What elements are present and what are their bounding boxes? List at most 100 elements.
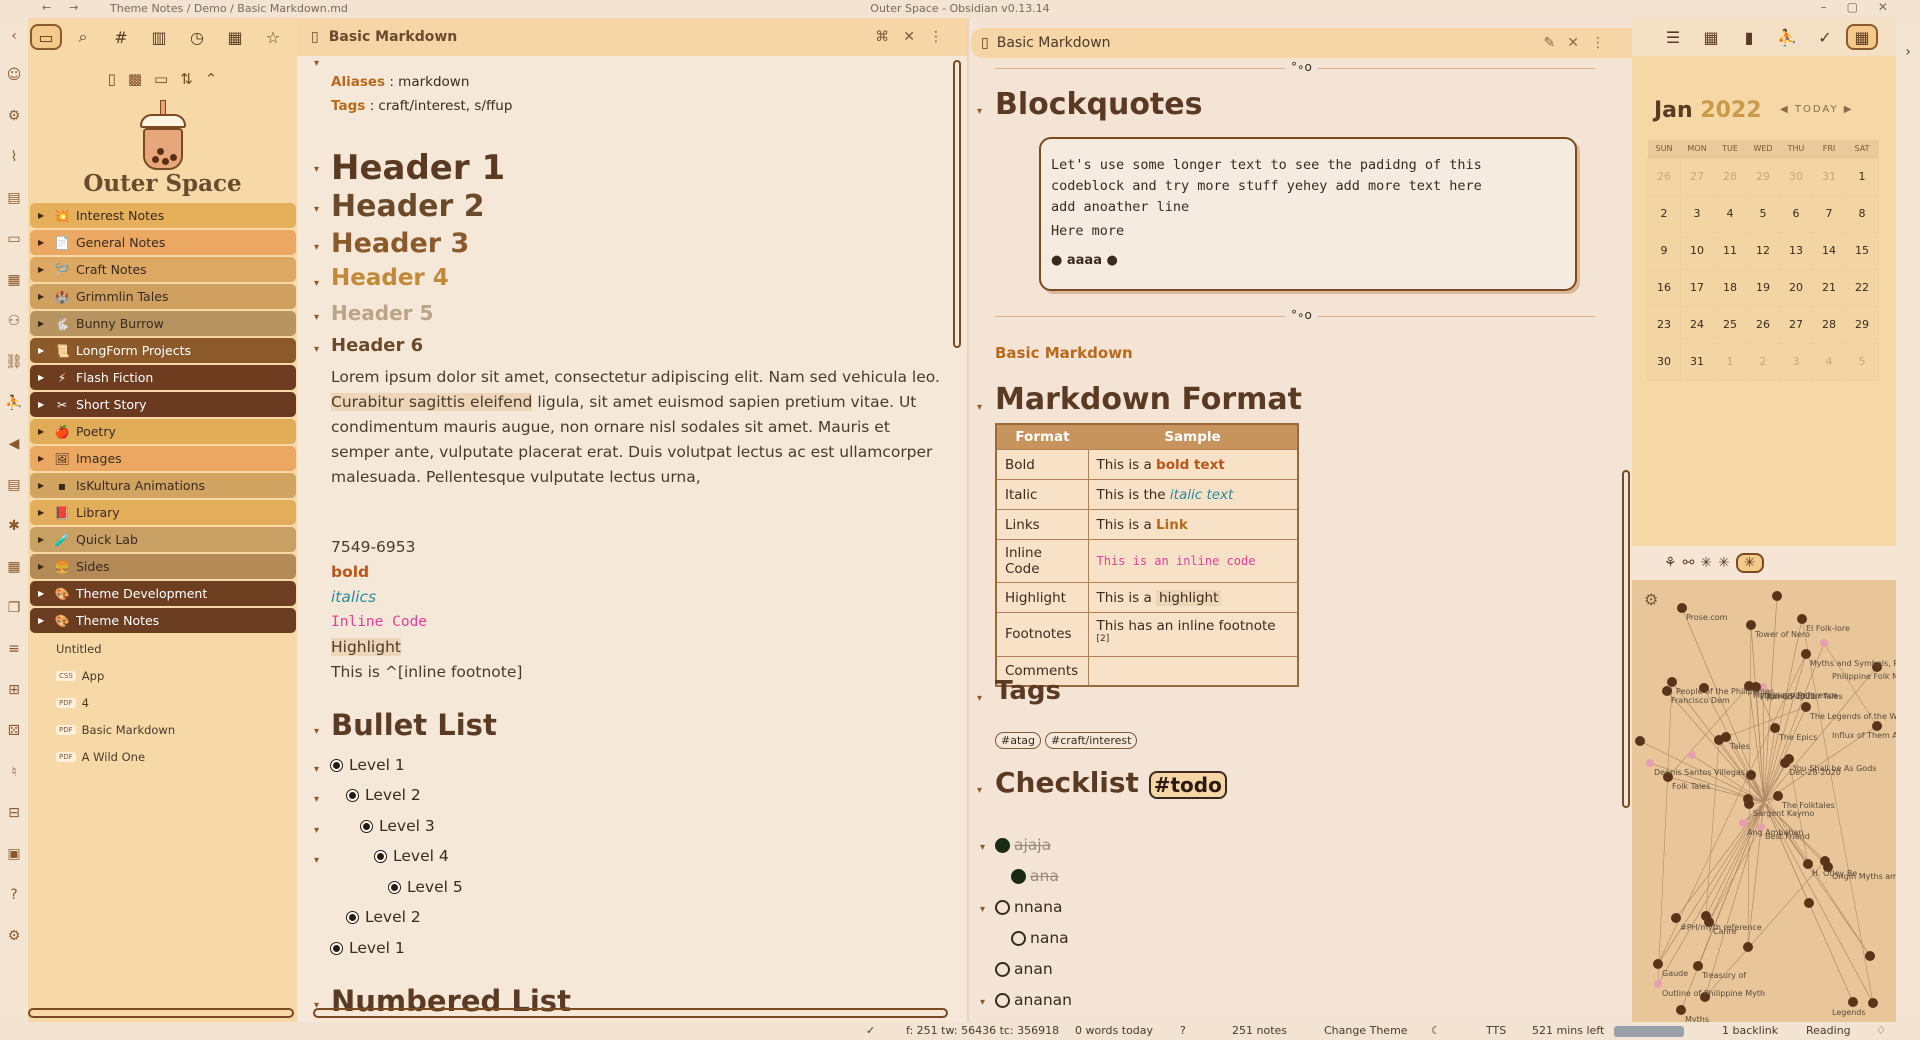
- calendar-icon[interactable]: ▦: [218, 23, 252, 51]
- calendar-active-icon[interactable]: ▦: [1846, 24, 1878, 50]
- fold-h3[interactable]: ▾: [314, 242, 319, 253]
- folder-item[interactable]: ▶ 🏰 Grimmlin Tales: [30, 284, 296, 309]
- calendar-day[interactable]: 29: [1845, 305, 1879, 344]
- graph-node[interactable]: [1739, 819, 1747, 827]
- stack-icon[interactable]: ≡: [0, 628, 28, 669]
- graph-node[interactable]: [1820, 856, 1830, 866]
- editor-scrollbar[interactable]: [953, 60, 961, 348]
- search-icon[interactable]: ⌕: [66, 23, 100, 51]
- calendar-day[interactable]: 20: [1779, 268, 1813, 307]
- people-icon[interactable]: ⚇: [0, 300, 28, 341]
- folder-item[interactable]: ▶ 📜 LongForm Projects: [30, 338, 296, 363]
- folder-item[interactable]: ▶ ⚡ Flash Fiction: [30, 365, 296, 390]
- graph-local-icon[interactable]: ⚘: [1664, 555, 1677, 571]
- new-template-icon[interactable]: ▩: [128, 70, 142, 100]
- table-icon[interactable]: ⊟: [0, 792, 28, 833]
- graph-node[interactable]: [1701, 911, 1711, 921]
- folder-item[interactable]: ▶ 💥 Interest Notes: [30, 203, 296, 228]
- graph-node[interactable]: [1803, 859, 1813, 869]
- collapse-icon[interactable]: ‹: [0, 18, 28, 54]
- folder-item[interactable]: ▶ ✂ Short Story: [30, 392, 296, 417]
- calendar-day[interactable]: 14: [1812, 231, 1846, 270]
- book-icon[interactable]: ▥: [142, 23, 176, 51]
- graph-node[interactable]: [1653, 959, 1663, 969]
- calendar-day[interactable]: 11: [1713, 231, 1747, 270]
- fold-bullet-2[interactable]: ▾: [314, 794, 319, 805]
- graph-node[interactable]: [1804, 898, 1814, 908]
- graph-node[interactable]: [1677, 603, 1687, 613]
- calendar-icon[interactable]: ▦: [1694, 23, 1728, 51]
- graph-node[interactable]: [1784, 754, 1794, 764]
- calendar-day[interactable]: 22: [1845, 268, 1879, 307]
- calendar-day[interactable]: 4: [1713, 194, 1747, 233]
- folder-item[interactable]: ▶ ▪ IsKultura Animations: [30, 473, 296, 498]
- checklist-item[interactable]: nnana: [995, 898, 1062, 916]
- file-item[interactable]: PDF Basic Markdown: [28, 716, 297, 743]
- horizontal-scrollbar[interactable]: [28, 1008, 294, 1018]
- graph-node[interactable]: [1820, 639, 1828, 647]
- folder-item[interactable]: ▶ 📄 General Notes: [30, 230, 296, 255]
- graph-node[interactable]: [1688, 751, 1696, 759]
- runner-icon[interactable]: ⛹: [1770, 23, 1804, 51]
- checklist-item[interactable]: nana: [1011, 929, 1069, 947]
- calendar-day[interactable]: 26: [1746, 305, 1780, 344]
- graph-node[interactable]: [1693, 961, 1703, 971]
- fold-bullet[interactable]: ▾: [314, 726, 319, 737]
- puzzle-icon[interactable]: ⊞: [0, 669, 28, 710]
- bar-chart-icon[interactable]: ▮: [1732, 23, 1766, 51]
- calendar-day[interactable]: 26: [1647, 157, 1681, 196]
- folder-item[interactable]: ▶ 🍎 Poetry: [30, 419, 296, 444]
- calendar-day[interactable]: 31: [1812, 157, 1846, 196]
- fold-icon[interactable]: ▾: [977, 106, 982, 117]
- folder-item[interactable]: ▶ 🎨 Theme Development: [30, 581, 296, 606]
- run-icon[interactable]: ⛹: [0, 382, 28, 423]
- calendar-nav[interactable]: ◀ TODAY ▶: [1780, 104, 1853, 115]
- graph-net-icon[interactable]: ✳: [1718, 555, 1730, 571]
- calendar-day[interactable]: 9: [1647, 231, 1681, 270]
- calendar-day[interactable]: 1: [1845, 157, 1879, 196]
- checkbox[interactable]: [1011, 930, 1026, 946]
- calendar-day[interactable]: 30: [1647, 342, 1681, 381]
- calendar-day[interactable]: 12: [1746, 231, 1780, 270]
- calendar-day[interactable]: 28: [1713, 157, 1747, 196]
- graph-node[interactable]: [1667, 677, 1677, 687]
- calendar-day[interactable]: 29: [1746, 157, 1780, 196]
- fold-icon[interactable]: ▾: [977, 693, 982, 704]
- tag-pill[interactable]: #atag: [995, 732, 1041, 749]
- expand-right-icon[interactable]: ›: [1896, 44, 1920, 60]
- calendar-day[interactable]: 1: [1713, 342, 1747, 381]
- fold-h2[interactable]: ▾: [314, 204, 319, 215]
- file-item[interactable]: Untitled: [28, 635, 297, 662]
- graph-node[interactable]: [1770, 723, 1780, 733]
- calendar-check-icon[interactable]: ▦: [0, 546, 28, 587]
- new-folder-icon[interactable]: ▭: [154, 70, 168, 100]
- graph-node[interactable]: [1714, 735, 1724, 745]
- checklist-item[interactable]: ajaja: [995, 836, 1051, 854]
- tag-pill[interactable]: #craft/interest: [1045, 732, 1138, 749]
- graph-view[interactable]: ⚙ Best Friend Francisco Dem Sargent Kaymo G…: [1632, 580, 1896, 1022]
- window-controls[interactable]: –▢✕: [1821, 0, 1908, 14]
- fold-icon[interactable]: ▾: [977, 402, 982, 413]
- calendar-day[interactable]: 28: [1812, 305, 1846, 344]
- image-stack-icon[interactable]: ▤: [0, 177, 28, 218]
- reading-scrollbar[interactable]: [1622, 470, 1630, 808]
- folder-item[interactable]: ▶ 📕 Library: [30, 500, 296, 525]
- mic-icon[interactable]: ♮: [0, 751, 28, 792]
- collapse-all-icon[interactable]: ⌃: [205, 70, 218, 100]
- graph-link-icon[interactable]: ⚯: [1683, 555, 1695, 571]
- doc-icon[interactable]: ▤: [0, 464, 28, 505]
- link-icon[interactable]: ⛓: [0, 341, 28, 382]
- tab-actions[interactable]: ⌘✕⋮: [875, 29, 957, 45]
- calendar-icon[interactable]: ▦: [0, 259, 28, 300]
- graph-node[interactable]: [1671, 913, 1681, 923]
- sort-icon[interactable]: ⇅: [180, 70, 193, 100]
- internal-link[interactable]: Basic Markdown: [995, 344, 1133, 362]
- calendar-day[interactable]: 21: [1812, 268, 1846, 307]
- file-item[interactable]: CSS App: [28, 662, 297, 689]
- graph-node[interactable]: [1865, 951, 1875, 961]
- graph-node[interactable]: [1676, 1005, 1686, 1015]
- clock-icon[interactable]: ◷: [180, 23, 214, 51]
- calendar-day[interactable]: 4: [1812, 342, 1846, 381]
- checklist-item[interactable]: ananan: [995, 991, 1072, 1009]
- folder-item[interactable]: ▶ 🧪 Quick Lab: [30, 527, 296, 552]
